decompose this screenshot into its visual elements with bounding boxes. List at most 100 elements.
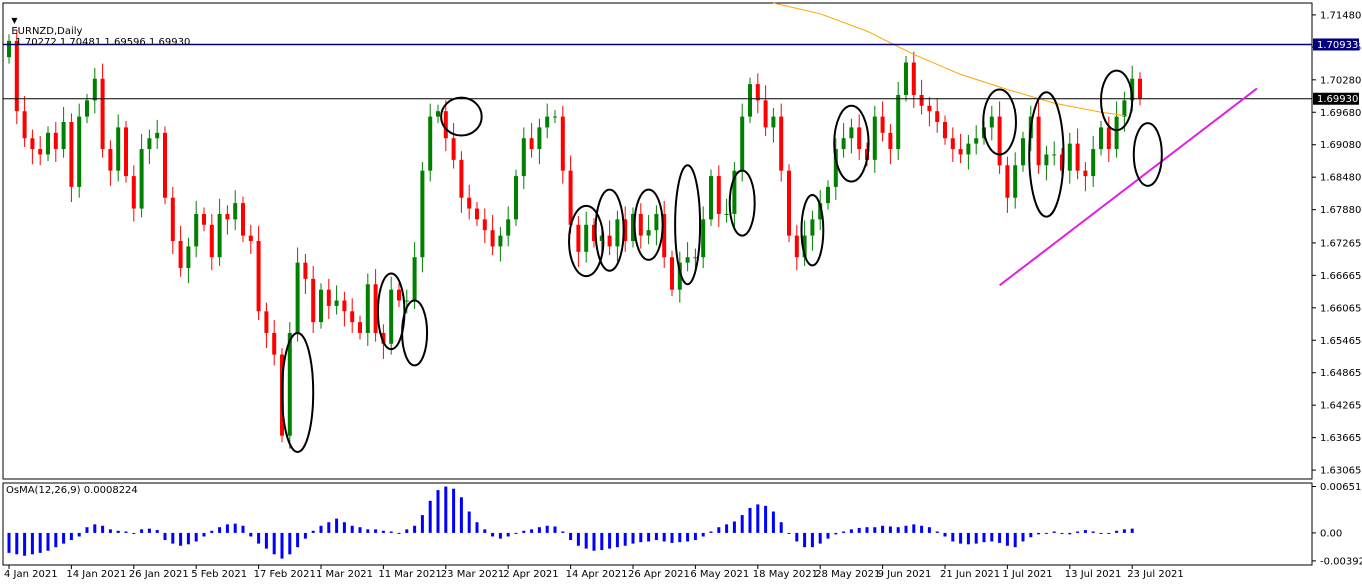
osma-bar-63	[498, 532, 502, 539]
candle-body-59	[467, 197, 472, 209]
candle-body-46	[365, 284, 370, 333]
osma-bar-49	[389, 531, 393, 533]
candle-body-82	[646, 230, 651, 236]
candle-body-88	[693, 257, 698, 259]
y-tick-label-0: 1.71480	[1320, 10, 1361, 21]
osma-bar-57	[452, 488, 456, 533]
osma-bar-40	[319, 525, 323, 533]
osma-bar-68	[537, 527, 541, 533]
candle-body-134	[1052, 154, 1057, 156]
osma-bar-79	[623, 532, 627, 546]
osma-bar-23	[186, 532, 190, 545]
candle-body-6	[53, 132, 58, 150]
candle-body-143	[1122, 100, 1127, 117]
osma-bar-16	[132, 532, 136, 534]
x-tick-label-8: 2 Apr 2021	[503, 569, 558, 580]
candle-body-108	[849, 127, 854, 139]
osma-bar-143	[1122, 529, 1126, 533]
candle-body-4	[38, 149, 43, 155]
candle-body-123	[966, 143, 971, 155]
osma-bar-26	[210, 530, 214, 533]
candle-body-101	[794, 235, 799, 258]
symbol-label: EURNZD,Daily	[11, 26, 83, 37]
candle-body-18	[147, 138, 152, 150]
osma-tick-label-0: 0.0065101	[1320, 482, 1362, 493]
candle-body-45	[358, 322, 362, 333]
osma-bar-97	[764, 505, 768, 533]
osma-bar-140	[1099, 532, 1103, 534]
candle-body-40	[319, 289, 323, 323]
candle-body-85	[670, 257, 674, 290]
osma-bar-135	[1060, 532, 1064, 534]
candle-body-83	[654, 213, 659, 231]
osma-bar-131	[1029, 532, 1033, 538]
candle-body-70	[553, 116, 557, 118]
osma-bar-45	[358, 527, 362, 533]
osma-bar-60	[475, 522, 479, 533]
candle-body-62	[490, 230, 495, 247]
candle-body-43	[342, 300, 347, 312]
osma-bar-9	[77, 532, 81, 537]
osma-bar-102	[803, 532, 807, 548]
candle-body-64	[506, 219, 511, 236]
candle-body-55	[436, 111, 440, 117]
osma-bar-103	[810, 532, 814, 548]
candle-body-77	[607, 235, 612, 247]
osma-bar-118	[927, 527, 931, 533]
candle-body-26	[209, 224, 214, 258]
x-tick-label-6: 11 Mar 2021	[378, 569, 441, 580]
candle-body-53	[420, 170, 425, 258]
candle-body-69	[545, 116, 550, 128]
x-tick-label-0: 4 Jan 2021	[4, 569, 58, 580]
candle-body-9	[77, 116, 82, 187]
candle-body-92	[724, 213, 729, 215]
osma-bar-101	[795, 532, 799, 542]
osma-bar-80	[631, 532, 635, 544]
candle-body-111	[872, 116, 877, 160]
candle-body-61	[482, 219, 487, 231]
osma-bar-43	[342, 522, 346, 533]
candle-body-54	[428, 116, 433, 171]
osma-bar-78	[615, 532, 619, 548]
osma-bar-87	[686, 532, 690, 542]
y-tick-label-7: 1.67265	[1320, 238, 1361, 249]
collapse-arrow-icon[interactable]: ▼	[11, 16, 17, 25]
osma-bar-33	[264, 532, 268, 549]
osma-bar-125	[982, 532, 986, 543]
osma-bar-104	[818, 532, 822, 544]
osma-bar-96	[756, 504, 760, 533]
x-tick-label-2: 26 Jan 2021	[129, 569, 189, 580]
candle-body-38	[303, 262, 308, 279]
candle-body-8	[69, 122, 74, 187]
osma-bar-5	[46, 532, 50, 551]
osma-bar-28	[225, 524, 229, 533]
candle-body-34	[272, 332, 277, 355]
osma-bar-3	[30, 532, 34, 555]
candle-body-36	[287, 332, 292, 436]
x-tick-label-11: 6 May 2021	[690, 569, 749, 580]
candle-body-97	[763, 100, 768, 128]
osma-bar-17	[140, 529, 144, 533]
candle-body-16	[131, 176, 136, 209]
osma-bar-27	[218, 527, 222, 533]
candle-body-22	[178, 241, 183, 269]
osma-bar-15	[124, 531, 128, 533]
osma-bar-6	[54, 532, 58, 548]
candle-body-1	[14, 40, 19, 112]
osma-bar-36	[288, 532, 292, 555]
candle-body-5	[46, 132, 50, 155]
candle-body-14	[116, 127, 121, 171]
y-tick-label-11: 1.64865	[1320, 368, 1361, 379]
osma-bar-20	[163, 532, 167, 541]
resistance-label: 1.70933	[1317, 40, 1358, 51]
osma-bar-136	[1068, 532, 1072, 535]
candle-body-94	[740, 116, 745, 171]
osma-bar-53	[420, 515, 424, 533]
osma-bar-29	[233, 523, 237, 533]
osma-bar-106	[834, 532, 838, 535]
candle-body-65	[514, 176, 518, 220]
osma-bar-110	[865, 527, 869, 533]
candle-body-95	[748, 84, 752, 117]
osma-bar-111	[873, 527, 877, 533]
candle-body-19	[155, 132, 160, 139]
